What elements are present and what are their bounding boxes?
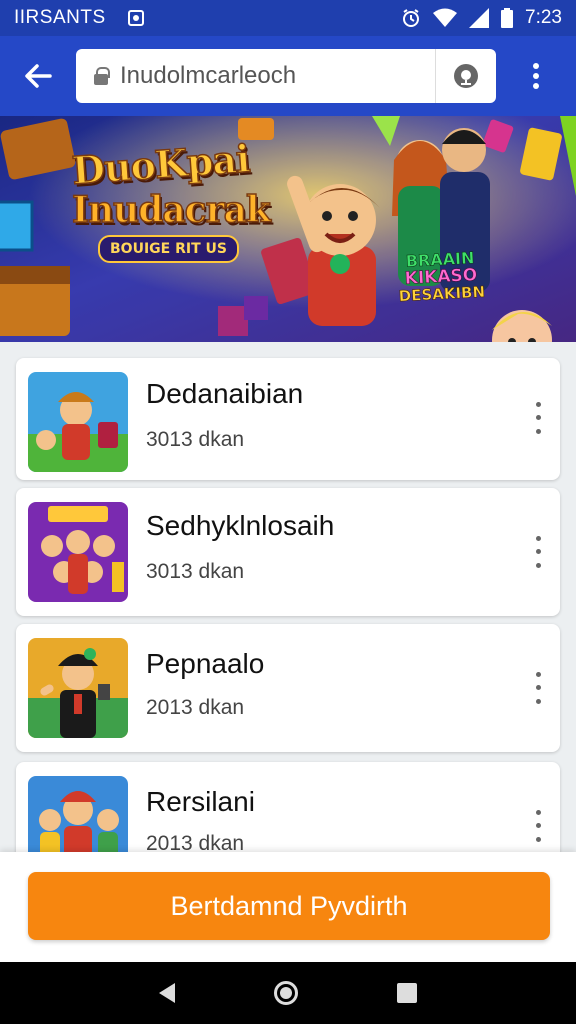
screen-prop — [0, 200, 34, 252]
battery-icon — [501, 8, 514, 28]
item-title: Rersilani — [146, 786, 255, 817]
overflow-menu-button[interactable] — [496, 36, 576, 116]
status-icons: 7:23 — [401, 7, 562, 29]
list-item[interactable]: Sedhyklnlosaih 3013 dkan — [16, 488, 560, 616]
item-more-button[interactable] — [526, 398, 550, 438]
game-thumbnail — [28, 638, 128, 738]
nav-back-icon[interactable] — [159, 983, 176, 1003]
voice-search-button[interactable] — [436, 49, 496, 103]
more-vert-icon — [535, 810, 541, 816]
signal-icon — [469, 8, 490, 28]
system-nav-bar — [0, 962, 576, 1024]
voice-search-icon — [454, 64, 478, 88]
more-vert-icon — [533, 63, 539, 89]
item-subtitle: 3013 dkan — [146, 560, 245, 583]
item-more-button[interactable] — [526, 806, 550, 846]
search-box[interactable] — [76, 49, 496, 103]
game-thumbnail — [28, 502, 128, 602]
banner-ribbon: BOUIGE RIT US — [98, 235, 239, 263]
lock-icon — [94, 67, 110, 85]
more-vert-icon — [535, 402, 541, 408]
promo-banner[interactable]: DuoKpai Inudacrak BOUIGE RIT US BRAAIN K… — [0, 116, 576, 342]
clock: 7:23 — [525, 7, 562, 28]
list-item[interactable]: Pepnaalo 2013 dkan — [16, 624, 560, 752]
alarm-icon — [403, 9, 420, 27]
item-subtitle: 3013 dkan — [146, 428, 245, 451]
item-more-button[interactable] — [526, 532, 550, 572]
item-title: Sedhyklnlosaih — [146, 510, 335, 541]
arrow-left-icon — [25, 64, 52, 88]
nav-home-icon[interactable] — [273, 981, 298, 1005]
nav-recents-icon[interactable] — [396, 983, 417, 1003]
search-input[interactable] — [120, 62, 420, 90]
wifi-icon — [433, 8, 458, 27]
item-subtitle: 2013 dkan — [146, 696, 245, 719]
primary-action-button[interactable]: Bertdamnd Pyvdirth — [28, 872, 550, 940]
app-bar — [0, 36, 576, 116]
carrier-label: IIRSANTS — [14, 7, 106, 28]
bottom-action-panel: Bertdamnd Pyvdirth — [0, 852, 576, 962]
notification-icon — [127, 10, 144, 26]
game-thumbnail — [28, 372, 128, 472]
more-vert-icon — [535, 672, 541, 678]
back-button[interactable] — [0, 36, 76, 116]
banner-title-line2: Inudacrak — [71, 188, 271, 232]
banner-badge: BRAAIN KIKASO DESAKIBN — [387, 248, 495, 305]
more-vert-icon — [535, 536, 541, 542]
list-item[interactable]: Dedanaibian 3013 dkan — [16, 358, 560, 480]
item-more-button[interactable] — [526, 668, 550, 708]
banner-title: DuoKpai Inudacrak BOUIGE RIT US — [70, 135, 272, 263]
item-title: Dedanaibian — [146, 378, 304, 409]
status-bar: IIRSANTS 7:23 — [0, 0, 576, 36]
item-title: Pepnaalo — [146, 648, 265, 679]
